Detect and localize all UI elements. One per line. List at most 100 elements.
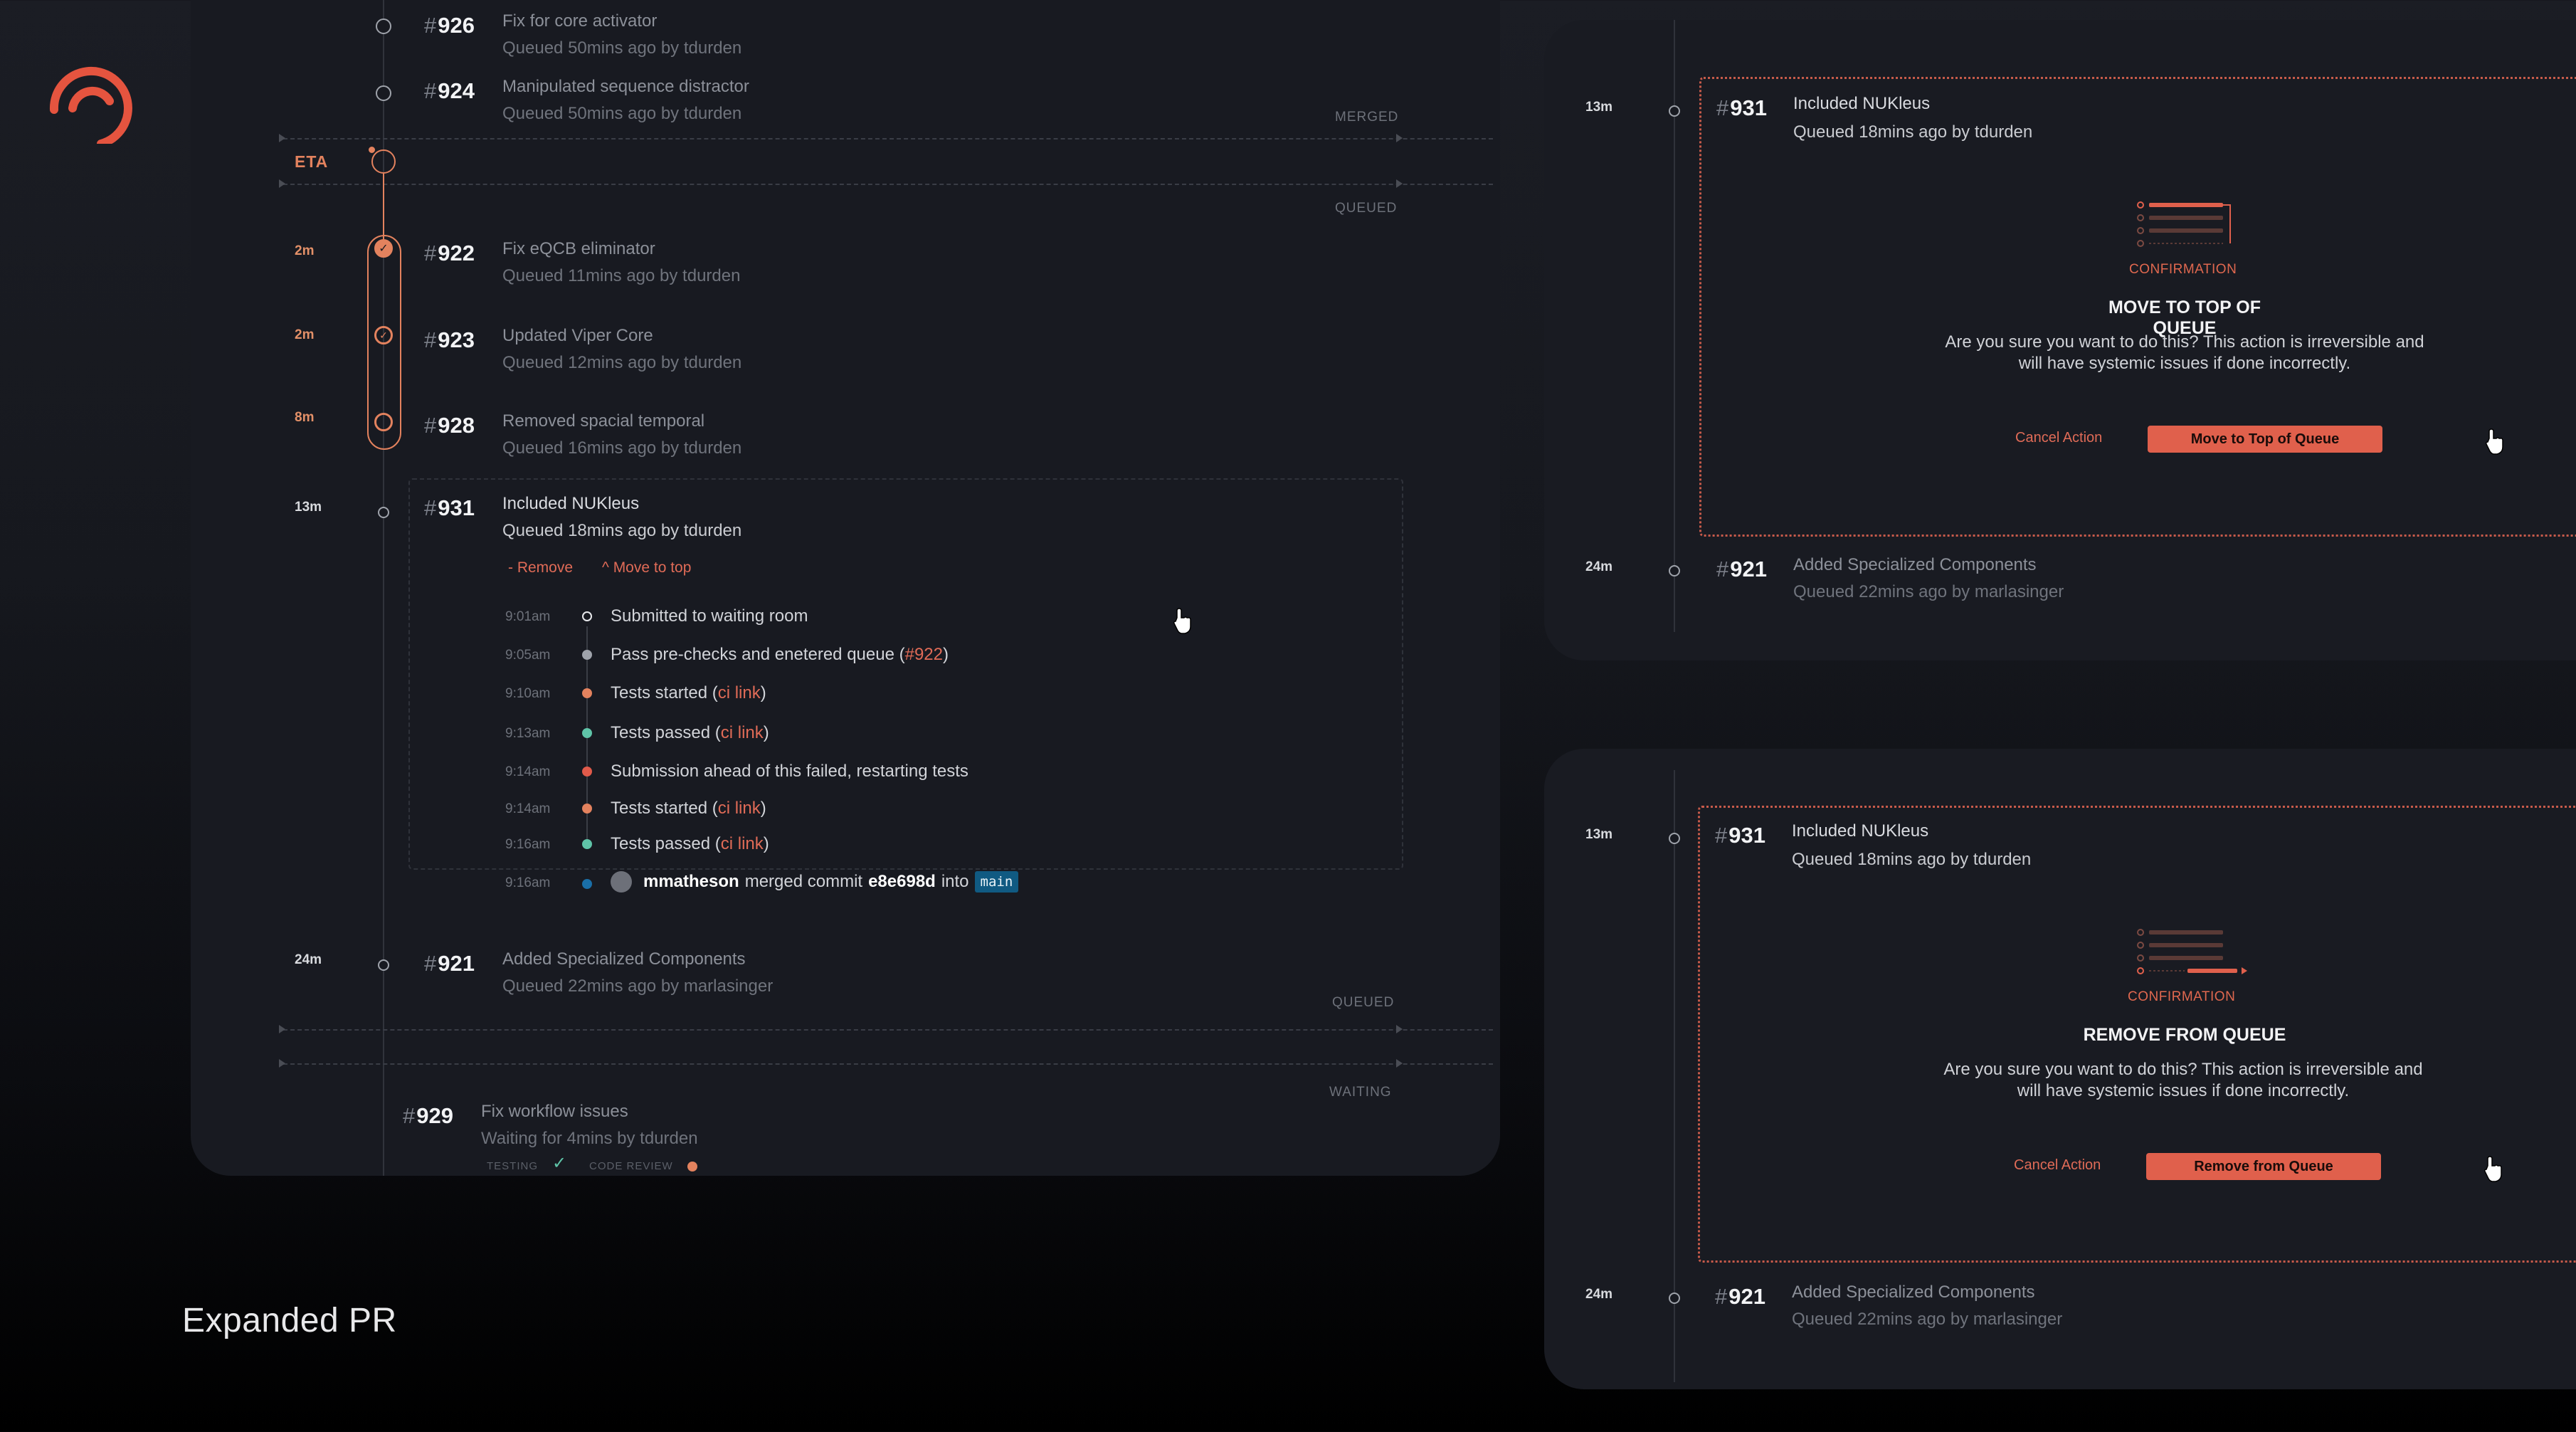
pr-number[interactable]: #931 <box>424 495 475 521</box>
event-time: 9:16am <box>505 837 551 852</box>
event-link[interactable]: #922 <box>905 645 943 664</box>
event-description: Tests passed ( <box>611 723 721 742</box>
event-description: Pass pre-checks and enetered queue ( <box>611 645 905 664</box>
pr-title[interactable]: Added Specialized Components <box>502 949 746 969</box>
section-divider <box>283 184 1493 185</box>
divider-arrow-icon <box>279 179 285 188</box>
event-link[interactable]: ci link <box>718 799 761 818</box>
event-text: Tests started (ci link) <box>611 799 766 818</box>
pr-number[interactable]: #931 <box>1716 95 1767 121</box>
pointer-cursor-icon <box>2486 428 2503 455</box>
pr-number[interactable]: #928 <box>424 413 475 438</box>
cancel-button[interactable]: Cancel Action <box>2014 1157 2101 1174</box>
pr-title[interactable]: Removed spacial temporal <box>502 411 704 431</box>
move-to-top-button[interactable]: ^ Move to top <box>602 559 691 577</box>
pr-number[interactable]: #923 <box>424 327 475 353</box>
remove-button[interactable]: - Remove <box>508 559 573 577</box>
pr-node-icon <box>1669 1293 1680 1304</box>
pr-title[interactable]: Added Specialized Components <box>1793 555 2037 575</box>
confirm-move-panel: 13m #931 Included NUKleus Queued 18mins … <box>1544 20 2576 660</box>
pr-title[interactable]: Included NUKleus <box>1792 821 1928 841</box>
event-time: 9:16am <box>505 875 551 890</box>
pr-node-icon <box>378 507 389 518</box>
event-link[interactable]: ci link <box>718 683 761 702</box>
status-dot-icon <box>582 879 592 889</box>
divider-arrow-icon <box>1396 134 1403 142</box>
event-suffix: ) <box>763 834 769 853</box>
dialog-body: Are you sure you want to do this? This a… <box>1945 332 2424 373</box>
event-description: Tests passed ( <box>611 834 721 853</box>
pr-title[interactable]: Fix workflow issues <box>481 1102 628 1122</box>
branch-badge: main <box>974 871 1019 893</box>
pr-title[interactable]: Fix for core activator <box>502 11 657 31</box>
pr-subtitle: Queued 18mins ago by tdurden <box>1792 850 2032 869</box>
pr-title[interactable]: Manipulated sequence distractor <box>502 77 749 97</box>
duration: 24m <box>295 952 322 967</box>
event-time: 9:14am <box>505 801 551 816</box>
eta-label: ETA <box>295 152 329 171</box>
section-label-queued: QUEUED <box>1335 201 1398 216</box>
pr-subtitle: Queued 22mins ago by marlasinger <box>1792 1310 2063 1329</box>
event-time: 9:05am <box>505 648 551 663</box>
status-dot-icon <box>582 688 592 698</box>
divider-arrow-icon <box>1396 1025 1403 1033</box>
event-description: Tests started ( <box>611 799 718 818</box>
duration: 13m <box>295 500 322 515</box>
pr-number[interactable]: #929 <box>403 1103 453 1129</box>
pr-number[interactable]: #924 <box>424 78 475 104</box>
section-divider <box>283 1063 1493 1065</box>
status-dot-icon <box>582 839 592 849</box>
code-review-label: CODE REVIEW <box>589 1160 673 1172</box>
status-dot-icon <box>582 767 592 776</box>
pr-number[interactable]: #921 <box>1715 1284 1765 1310</box>
divider-arrow-icon <box>279 1059 285 1068</box>
pr-title[interactable]: Updated Viper Core <box>502 326 653 346</box>
confirmation-label: CONFIRMATION <box>2129 262 2237 277</box>
move-to-top-illustration-icon <box>2137 201 2231 247</box>
pr-number[interactable]: #921 <box>1716 557 1767 582</box>
pr-title[interactable]: Included NUKleus <box>502 494 639 514</box>
section-divider <box>283 138 1493 139</box>
confirm-remove-panel: 13m #931 Included NUKleus Queued 18mins … <box>1544 749 2576 1389</box>
pr-number[interactable]: #931 <box>1715 823 1765 848</box>
testing-label: TESTING <box>487 1160 539 1172</box>
pr-subtitle: Queued 16mins ago by tdurden <box>502 438 742 458</box>
pr-node-icon <box>1669 833 1680 844</box>
pr-subtitle: Queued 18mins ago by tdurden <box>502 521 742 540</box>
duration: 13m <box>1585 100 1613 115</box>
divider-arrow-icon <box>1396 179 1403 188</box>
move-to-top-confirm-button[interactable]: Move to Top of Queue <box>2148 426 2382 453</box>
pr-subtitle: Queued 50mins ago by tdurden <box>502 38 742 58</box>
status-dot-icon <box>582 804 592 814</box>
divider-arrow-icon <box>279 134 285 142</box>
event-time: 9:10am <box>505 686 551 701</box>
into-text: into <box>941 872 969 891</box>
commit-hash[interactable]: e8e698d <box>868 872 936 892</box>
check-icon: ✓ <box>552 1154 567 1173</box>
pr-number[interactable]: #922 <box>424 241 475 266</box>
pointer-cursor-icon <box>1173 608 1191 634</box>
event-text: Submitted to waiting room <box>611 606 808 626</box>
event-text: Tests passed (ci link) <box>611 834 769 854</box>
username[interactable]: mmatheson <box>643 872 739 892</box>
event-suffix: ) <box>760 683 766 702</box>
pr-title[interactable]: Included NUKleus <box>1793 94 1930 114</box>
event-link[interactable]: ci link <box>721 723 764 742</box>
cancel-button[interactable]: Cancel Action <box>2015 430 2102 446</box>
event-suffix: ) <box>942 645 949 664</box>
pr-title[interactable]: Fix eQCB eliminator <box>502 239 655 259</box>
event-time: 9:13am <box>505 726 551 741</box>
duration: 24m <box>1585 559 1613 574</box>
pr-title[interactable]: Added Specialized Components <box>1792 1283 2035 1302</box>
confirmation-label: CONFIRMATION <box>2128 989 2236 1004</box>
page-caption: Expanded PR <box>182 1302 397 1339</box>
event-link[interactable]: ci link <box>721 834 764 853</box>
duration: 13m <box>1585 827 1613 842</box>
pr-subtitle: Queued 11mins ago by tdurden <box>502 266 741 285</box>
remove-confirm-button[interactable]: Remove from Queue <box>2146 1153 2381 1180</box>
event-suffix: ) <box>763 723 769 742</box>
pr-subtitle: Queued 18mins ago by tdurden <box>1793 122 2033 142</box>
pr-number[interactable]: #921 <box>424 951 475 976</box>
pr-number[interactable]: #926 <box>424 13 475 38</box>
pr-subtitle: Queued 22mins ago by marlasinger <box>1793 582 2064 601</box>
